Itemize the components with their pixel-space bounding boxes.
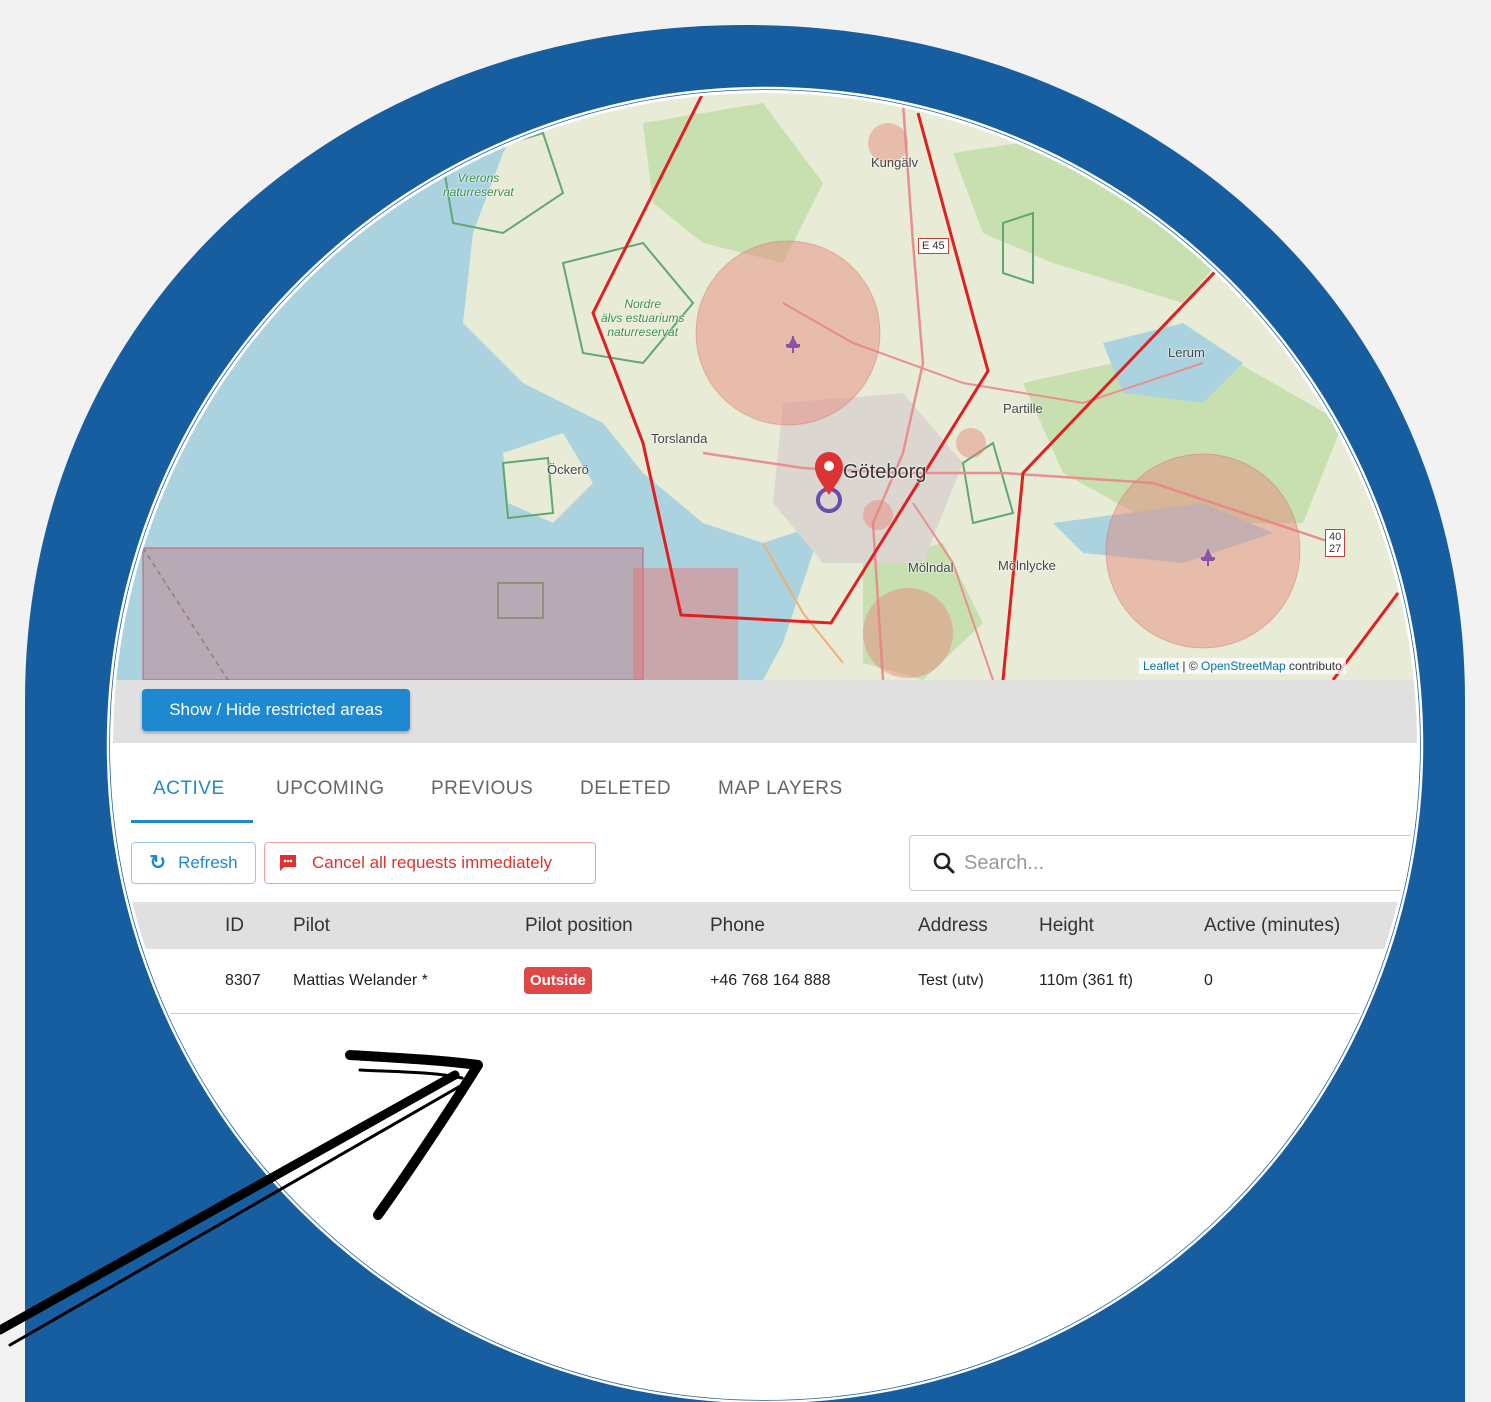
map-label-vrerons-reserve: Vrerons naturreservat: [443, 171, 514, 199]
map-label-goteborg: Göteborg: [843, 461, 927, 483]
column-header-active-minutes[interactable]: Active (minutes): [1204, 915, 1340, 937]
map-label-nordre-reserve: Nordre älvs estuariums naturreservat: [601, 297, 685, 339]
map-label-partille: Partille: [1003, 401, 1043, 416]
cell-height: 110m (361 ft): [1039, 972, 1133, 989]
osm-link[interactable]: OpenStreetMap: [1201, 659, 1286, 673]
column-header-pilot-position[interactable]: Pilot position: [525, 915, 633, 937]
column-header-id[interactable]: ID: [225, 915, 244, 937]
cancel-all-requests-button[interactable]: Cancel all requests immediately: [264, 842, 596, 884]
toggle-restricted-areas-button[interactable]: Show / Hide restricted areas: [142, 689, 410, 731]
map-label-torslanda: Torslanda: [651, 431, 708, 446]
tab-map-layers[interactable]: MAP LAYERS: [718, 778, 843, 800]
search-box[interactable]: [909, 835, 1417, 891]
message-icon: [278, 854, 298, 872]
cell-pilot: Mattias Welander *: [293, 972, 428, 989]
magnifier-lens: Kungälv Lerum Partille Torslanda Öckerö …: [110, 90, 1420, 1400]
cell-phone: +46 768 164 888: [710, 972, 831, 989]
refresh-label: Refresh: [178, 853, 238, 872]
cell-address: Test (utv): [918, 972, 984, 989]
column-header-phone[interactable]: Phone: [710, 915, 765, 937]
map-label-molndal: Mölndal: [908, 560, 954, 575]
road-label-e45: E 45: [918, 238, 949, 254]
cancel-all-label: Cancel all requests immediately: [312, 853, 552, 872]
column-header-height[interactable]: Height: [1039, 915, 1094, 937]
map-label-molnlycke: Mölnlycke: [998, 558, 1056, 573]
row-divider: [113, 1013, 1417, 1014]
road-label-40: 40 27: [1325, 529, 1346, 557]
map-label-kungalv: Kungälv: [871, 155, 918, 170]
cell-id: 8307: [225, 972, 261, 989]
refresh-button[interactable]: ↻ Refresh: [131, 842, 256, 884]
column-header-address[interactable]: Address: [918, 915, 988, 937]
status-badge: Outside: [524, 967, 592, 994]
search-icon: [932, 851, 956, 875]
search-input[interactable]: [962, 850, 1366, 876]
refresh-icon: ↻: [149, 852, 167, 874]
map-view[interactable]: Kungälv Lerum Partille Torslanda Öckerö …: [113, 93, 1417, 680]
map-attribution: Leaflet | © OpenStreetMap contributo: [1139, 658, 1346, 674]
tab-active[interactable]: ACTIVE: [153, 778, 225, 800]
tab-previous[interactable]: PREVIOUS: [431, 778, 533, 800]
cell-active-minutes: 0: [1204, 972, 1213, 989]
tab-upcoming[interactable]: UPCOMING: [276, 778, 385, 800]
map-label-lerum: Lerum: [1168, 345, 1205, 360]
active-tab-indicator: [131, 820, 253, 823]
column-header-pilot[interactable]: Pilot: [293, 915, 330, 937]
leaflet-link[interactable]: Leaflet: [1143, 659, 1179, 673]
tab-deleted[interactable]: DELETED: [580, 778, 671, 800]
map-label-ockero: Öckerö: [547, 462, 589, 477]
